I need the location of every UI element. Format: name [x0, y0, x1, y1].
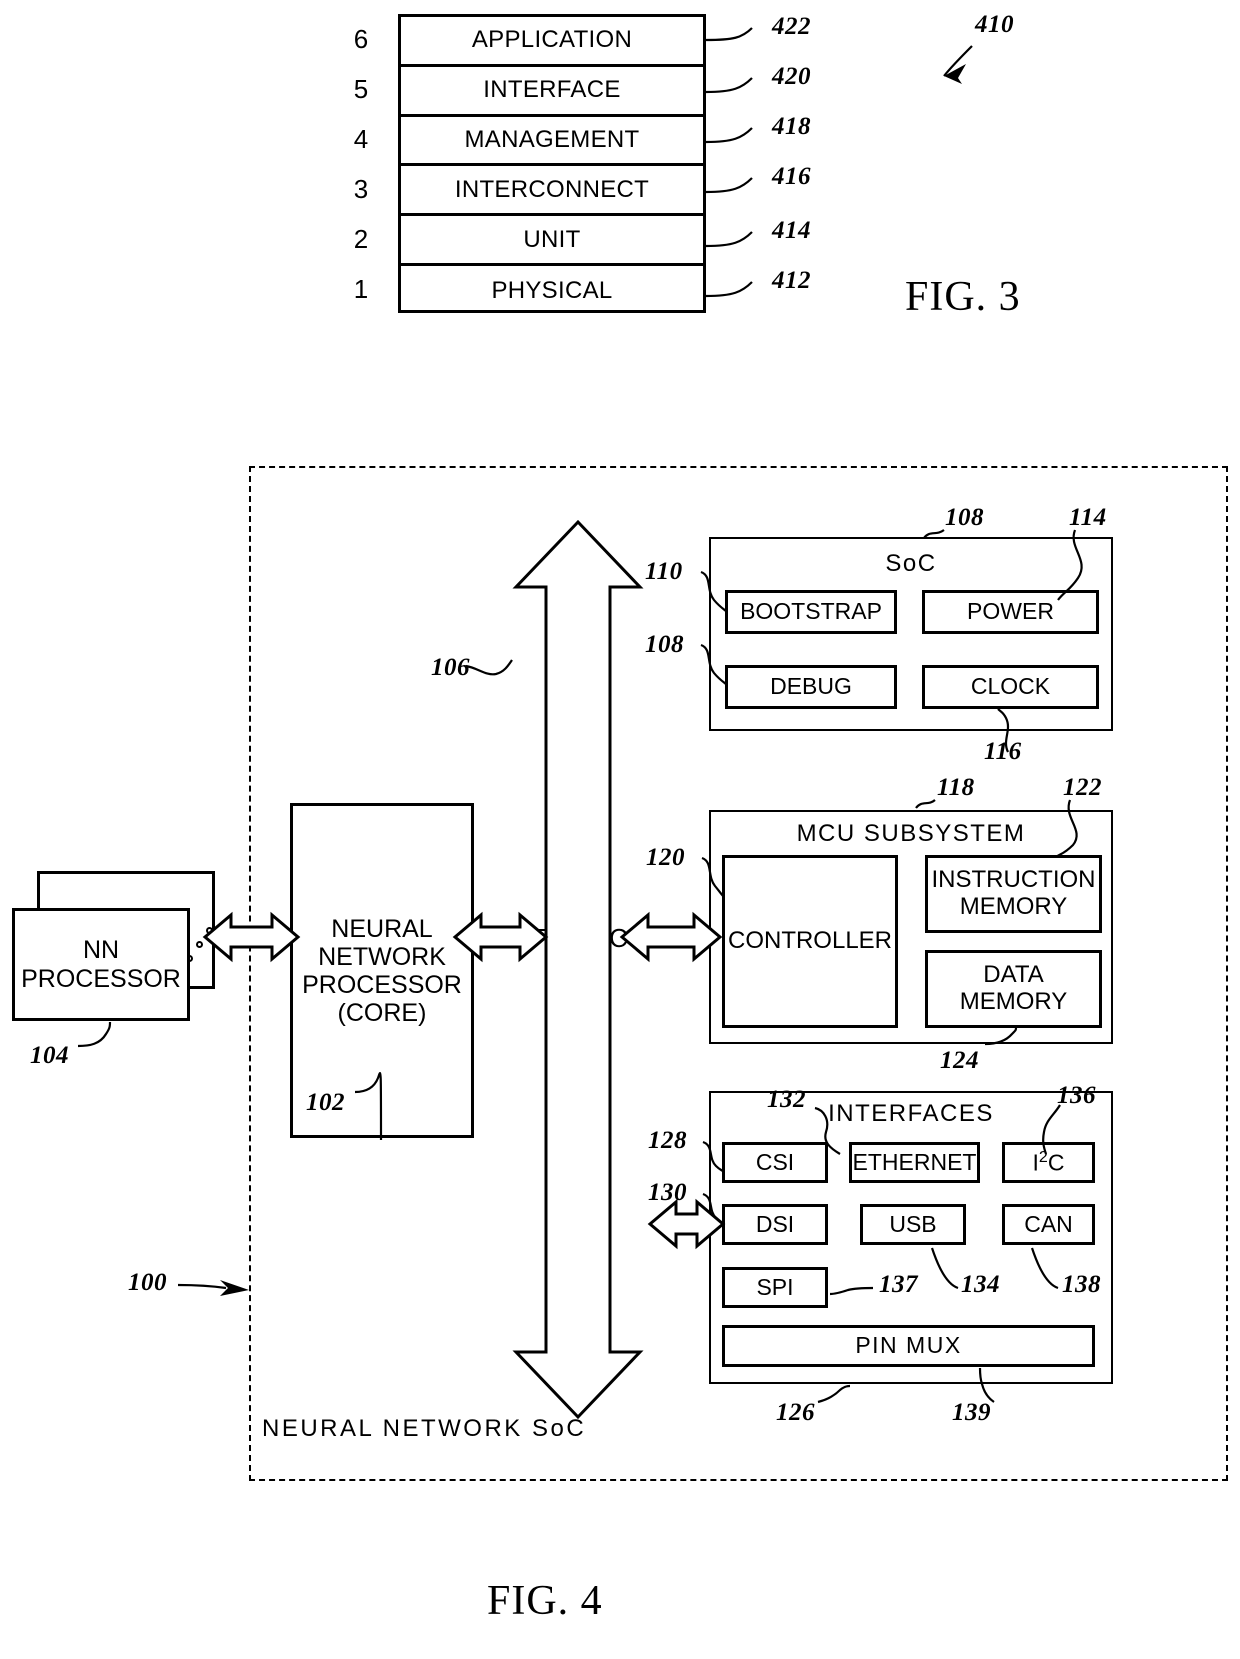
soc-block-bootstrap: BOOTSTRAP [725, 590, 897, 634]
soc-block-debug: DEBUG [725, 665, 897, 709]
reference-numeral-104: 104 [30, 1042, 69, 1069]
soc-power-label: POWER [967, 598, 1054, 625]
nnp-core-line1: NEURAL [331, 914, 433, 943]
interface-can-label: CAN [1024, 1210, 1073, 1237]
mcu-data-memory-line2: MEMORY [959, 988, 1068, 1015]
reference-numeral-108-debug: 108 [645, 631, 684, 658]
nnp-core-line3: PROCESSOR [302, 970, 462, 999]
nn-processor-label-line1: NN [82, 935, 120, 964]
interface-block-ethernet: ETHERNET [849, 1142, 980, 1183]
reference-numeral-137: 137 [879, 1271, 918, 1298]
reference-numeral-108-soc: 108 [945, 504, 984, 531]
mcu-data-memory-line1: DATA [983, 961, 1044, 989]
mcu-block-data-memory: DATA MEMORY [925, 950, 1102, 1028]
leader-104 [77, 1021, 112, 1048]
reference-numeral-106: 106 [431, 654, 470, 681]
figure-4-caption: FIG. 4 [487, 1578, 603, 1624]
stack-ellipsis-dot-3 [206, 927, 213, 934]
interface-pin-mux-label: PIN MUX [855, 1332, 962, 1359]
neural-network-processor-core-block: NEURAL NETWORK PROCESSOR (CORE) [290, 803, 474, 1138]
interface-block-usb: USB [860, 1204, 966, 1245]
soc-debug-label: DEBUG [770, 673, 852, 700]
bus-fabric-line2: FABRIC [531, 923, 629, 954]
interface-block-dsi: DSI [722, 1204, 828, 1245]
reference-numeral-134: 134 [961, 1271, 1000, 1298]
bus-fabric-line1: BUS [552, 894, 608, 924]
bus-fabric-label: BUS FABRIC [515, 894, 645, 954]
stack-ellipsis-dot-2 [196, 941, 203, 948]
reference-numeral-124: 124 [940, 1047, 979, 1074]
leader-420 [705, 77, 753, 94]
soc-bootstrap-label: BOOTSTRAP [740, 598, 882, 625]
reference-numeral-110: 110 [645, 558, 683, 585]
leader-418 [705, 127, 753, 144]
leader-414 [705, 231, 753, 248]
reference-numeral-132: 132 [767, 1086, 806, 1113]
reference-numeral-100: 100 [128, 1269, 167, 1296]
interface-ethernet-label: ETHERNET [852, 1148, 977, 1175]
nn-processor-block: NN PROCESSOR [12, 908, 190, 1021]
mcu-block-controller: CONTROLLER [722, 855, 898, 1028]
reference-numeral-126: 126 [776, 1399, 815, 1426]
leader-410-arrowhead [944, 64, 966, 84]
interface-block-csi: CSI [722, 1142, 828, 1183]
reference-numeral-122: 122 [1063, 774, 1102, 801]
reference-numeral-118: 118 [937, 774, 975, 801]
soc-group-title: SoC [885, 550, 937, 577]
leader-100 [177, 1283, 227, 1290]
reference-numeral-139: 139 [952, 1399, 991, 1426]
nnp-core-line2: NETWORK [318, 942, 446, 971]
leader-100-arrowhead [220, 1280, 249, 1296]
interface-block-spi: SPI [722, 1267, 828, 1308]
reference-numeral-116: 116 [984, 738, 1022, 765]
interface-i2c-superscript: 2 [1038, 1148, 1048, 1166]
soc-block-clock: CLOCK [922, 665, 1099, 709]
mcu-subsystem-title: MCU SUBSYSTEM [796, 820, 1026, 847]
reference-numeral-136: 136 [1057, 1082, 1096, 1109]
patent-figure-page: 6 5 4 3 2 1 APPLICATION INTERFACE MANAGE… [0, 0, 1240, 1659]
soc-block-power: POWER [922, 590, 1099, 634]
interface-spi-label: SPI [756, 1273, 794, 1300]
interface-i2c-tail: C [1047, 1149, 1065, 1176]
interface-dsi-label: DSI [755, 1210, 795, 1237]
leader-416 [705, 177, 753, 194]
reference-numeral-120: 120 [646, 844, 685, 871]
interface-block-pin-mux: PIN MUX [722, 1325, 1095, 1367]
soc-clock-label: CLOCK [970, 673, 1051, 700]
reference-numeral-130: 130 [648, 1179, 687, 1206]
reference-numeral-114: 114 [1069, 504, 1107, 531]
leader-422 [705, 27, 753, 42]
nnp-core-line4: (CORE) [337, 998, 427, 1027]
reference-numeral-138: 138 [1062, 1271, 1101, 1298]
interface-usb-label: USB [889, 1210, 937, 1237]
neural-network-soc-label: NEURAL NETWORK SoC [262, 1415, 587, 1442]
leader-410 [943, 45, 973, 77]
mcu-block-instruction-memory: INSTRUCTION MEMORY [925, 855, 1102, 933]
interface-csi-label: CSI [755, 1148, 795, 1175]
reference-numeral-128: 128 [648, 1127, 687, 1154]
reference-numeral-102: 102 [306, 1089, 345, 1116]
mcu-controller-label: CONTROLLER [727, 927, 893, 955]
interface-block-can: CAN [1002, 1204, 1095, 1245]
figure-4-group: NEURAL NETWORK SoC 100 NN PROCESSOR 104 … [0, 0, 1240, 1659]
leader-412 [705, 281, 753, 298]
interface-block-i2c: I2C [1002, 1142, 1095, 1183]
mcu-instruction-memory-line1: INSTRUCTION [931, 866, 1096, 894]
nn-processor-label-line2: PROCESSOR [21, 964, 181, 993]
mcu-instruction-memory-line2: MEMORY [959, 893, 1068, 920]
